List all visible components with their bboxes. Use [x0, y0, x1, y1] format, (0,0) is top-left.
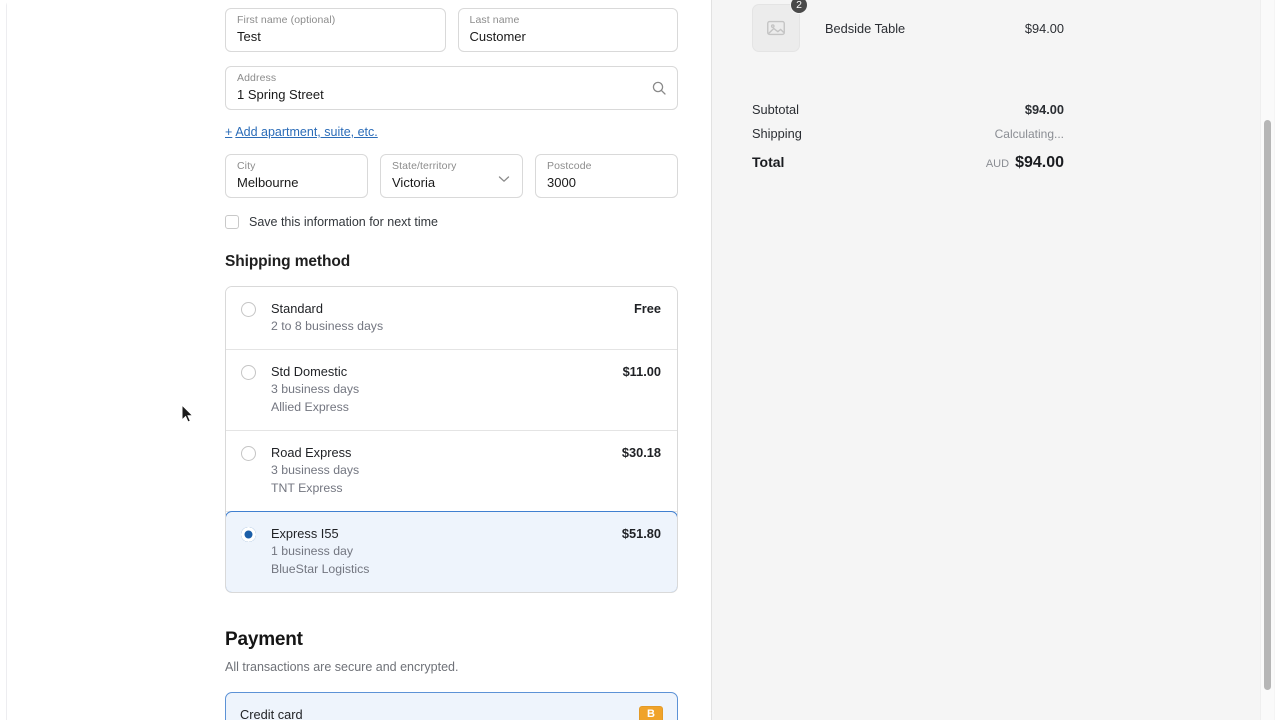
chevron-down-icon[interactable] [496, 171, 512, 187]
shipping-option-express-i55[interactable]: Express I55 1 business day BlueStar Logi… [226, 511, 677, 592]
postcode-value: 3000 [547, 175, 576, 190]
shipping-label: Shipping [752, 126, 802, 141]
page-frame: First name (optional) Test Last name Cus… [6, 0, 1275, 720]
address-label: Address [237, 72, 277, 84]
grand-total-value: $94.00 [1015, 154, 1064, 171]
save-info-label: Save this information for next time [249, 215, 438, 229]
city-value: Melbourne [237, 175, 299, 190]
shipping-option-express-i55-details: Express I55 1 business day BlueStar Logi… [271, 526, 622, 578]
payment-method-label: Credit card [240, 706, 303, 720]
page-scrollbar-track[interactable] [1260, 0, 1274, 720]
city-label: City [237, 160, 256, 172]
shipping-option-std-domestic-details: Std Domestic 3 business days Allied Expr… [271, 364, 623, 416]
state-value: Victoria [392, 175, 436, 190]
grand-total-value-wrap: AUD $94.00 [986, 154, 1064, 172]
add-apartment-row: + Add apartment, suite, etc. [225, 123, 678, 141]
last-name-value: Customer [469, 29, 526, 44]
order-summary: 2 Bedside Table $94.00 Subtotal $94.00 S… [752, 0, 1064, 181]
payment-method-credit-card[interactable]: Credit card B [226, 693, 677, 720]
shipping-option-duration: 2 to 8 business days [271, 319, 384, 333]
shipping-options-group: Standard 2 to 8 business days Free Std D… [225, 286, 678, 593]
shipping-option-road-express[interactable]: Road Express 3 business days TNT Express… [226, 431, 677, 512]
shipping-option-road-express-details: Road Express 3 business days TNT Express [271, 445, 622, 497]
radio-std-domestic[interactable] [241, 365, 256, 380]
shipping-option-duration: 1 business day [271, 544, 354, 558]
shipping-method-heading: Shipping method [225, 253, 351, 270]
payment-note: All transactions are secure and encrypte… [225, 660, 459, 674]
subtotal-label: Subtotal [752, 102, 799, 117]
subtotal-row: Subtotal $94.00 [752, 102, 1064, 117]
postcode-field[interactable]: Postcode 3000 [535, 154, 678, 198]
shipping-option-carrier: Allied Express [271, 400, 349, 414]
shipping-option-title: Standard [271, 301, 323, 316]
shipping-option-title: Express I55 [271, 526, 339, 541]
line-item-thumbnail-wrap: 2 [752, 0, 808, 52]
grand-total-label: Total [752, 154, 785, 170]
save-info-checkbox[interactable] [225, 215, 239, 229]
order-line-item: 2 Bedside Table $94.00 [752, 0, 1064, 52]
bancontact-brand-icon: B [639, 705, 663, 720]
city-field[interactable]: City Melbourne [225, 154, 368, 198]
shipping-option-price: $51.80 [621, 526, 661, 541]
shipping-option-standard[interactable]: Standard 2 to 8 business days Free [226, 287, 677, 350]
checkout-form-column: First name (optional) Test Last name Cus… [7, 0, 711, 720]
line-item-price: $94.00 [1024, 20, 1064, 36]
shipping-option-title: Std Domestic [271, 364, 348, 379]
shipping-row: Shipping Calculating... [752, 126, 1064, 141]
save-info-row[interactable]: Save this information for next time [225, 215, 678, 229]
state-label: State/territory [392, 160, 457, 172]
shipping-option-duration: 3 business days [271, 382, 360, 396]
shipping-option-price: $11.00 [622, 364, 661, 379]
first-name-field[interactable]: First name (optional) Test [225, 8, 446, 52]
shipping-option-carrier: BlueStar Logistics [271, 562, 370, 576]
last-name-label: Last name [469, 14, 520, 26]
line-item-name: Bedside Table [825, 20, 906, 36]
shipping-option-price: Free [633, 301, 661, 316]
address-value: 1 Spring Street [237, 87, 324, 102]
locality-row: City Melbourne State/territory Victoria [225, 154, 678, 198]
currency-code: AUD [985, 158, 1010, 170]
shipping-option-standard-details: Standard 2 to 8 business days [271, 301, 634, 335]
grand-total-row: Total AUD $94.00 [752, 154, 1064, 172]
postcode-label: Postcode [547, 160, 592, 172]
add-apartment-link[interactable]: + Add apartment, suite, etc. [225, 124, 378, 140]
name-row: First name (optional) Test Last name Cus… [225, 8, 678, 52]
payment-heading: Payment [225, 629, 303, 650]
order-summary-column: 2 Bedside Table $94.00 Subtotal $94.00 S… [711, 0, 1275, 720]
shipping-value: Calculating... [994, 127, 1064, 141]
radio-road-express[interactable] [241, 446, 256, 461]
shipping-option-carrier: TNT Express [271, 481, 343, 495]
order-totals: Subtotal $94.00 Shipping Calculating... … [752, 102, 1064, 172]
page-scrollbar-thumb[interactable] [1264, 120, 1271, 690]
state-select[interactable]: State/territory Victoria [380, 154, 523, 198]
add-apartment-label: Add apartment, suite, etc. [235, 125, 378, 139]
shipping-option-title: Road Express [271, 445, 352, 460]
payment-method-group: Credit card B Card number [225, 692, 678, 720]
subtotal-value: $94.00 [1024, 102, 1064, 117]
shipping-option-std-domestic[interactable]: Std Domestic 3 business days Allied Expr… [226, 350, 677, 431]
shipping-option-price: $30.18 [621, 445, 661, 460]
address-field[interactable]: Address 1 Spring Street [225, 66, 678, 110]
last-name-field[interactable]: Last name Customer [457, 8, 678, 52]
radio-standard[interactable] [241, 302, 256, 317]
first-name-label: First name (optional) [237, 14, 336, 26]
line-item-quantity-badge: 2 [790, 0, 808, 14]
radio-express-i55[interactable] [241, 527, 256, 542]
checkout-page: First name (optional) Test Last name Cus… [0, 0, 1280, 720]
plus-icon: + [225, 125, 233, 139]
shipping-address-form: First name (optional) Test Last name Cus… [225, 0, 678, 720]
search-icon[interactable] [651, 80, 667, 96]
shipping-option-duration: 3 business days [271, 463, 360, 477]
first-name-value: Test [237, 29, 261, 44]
